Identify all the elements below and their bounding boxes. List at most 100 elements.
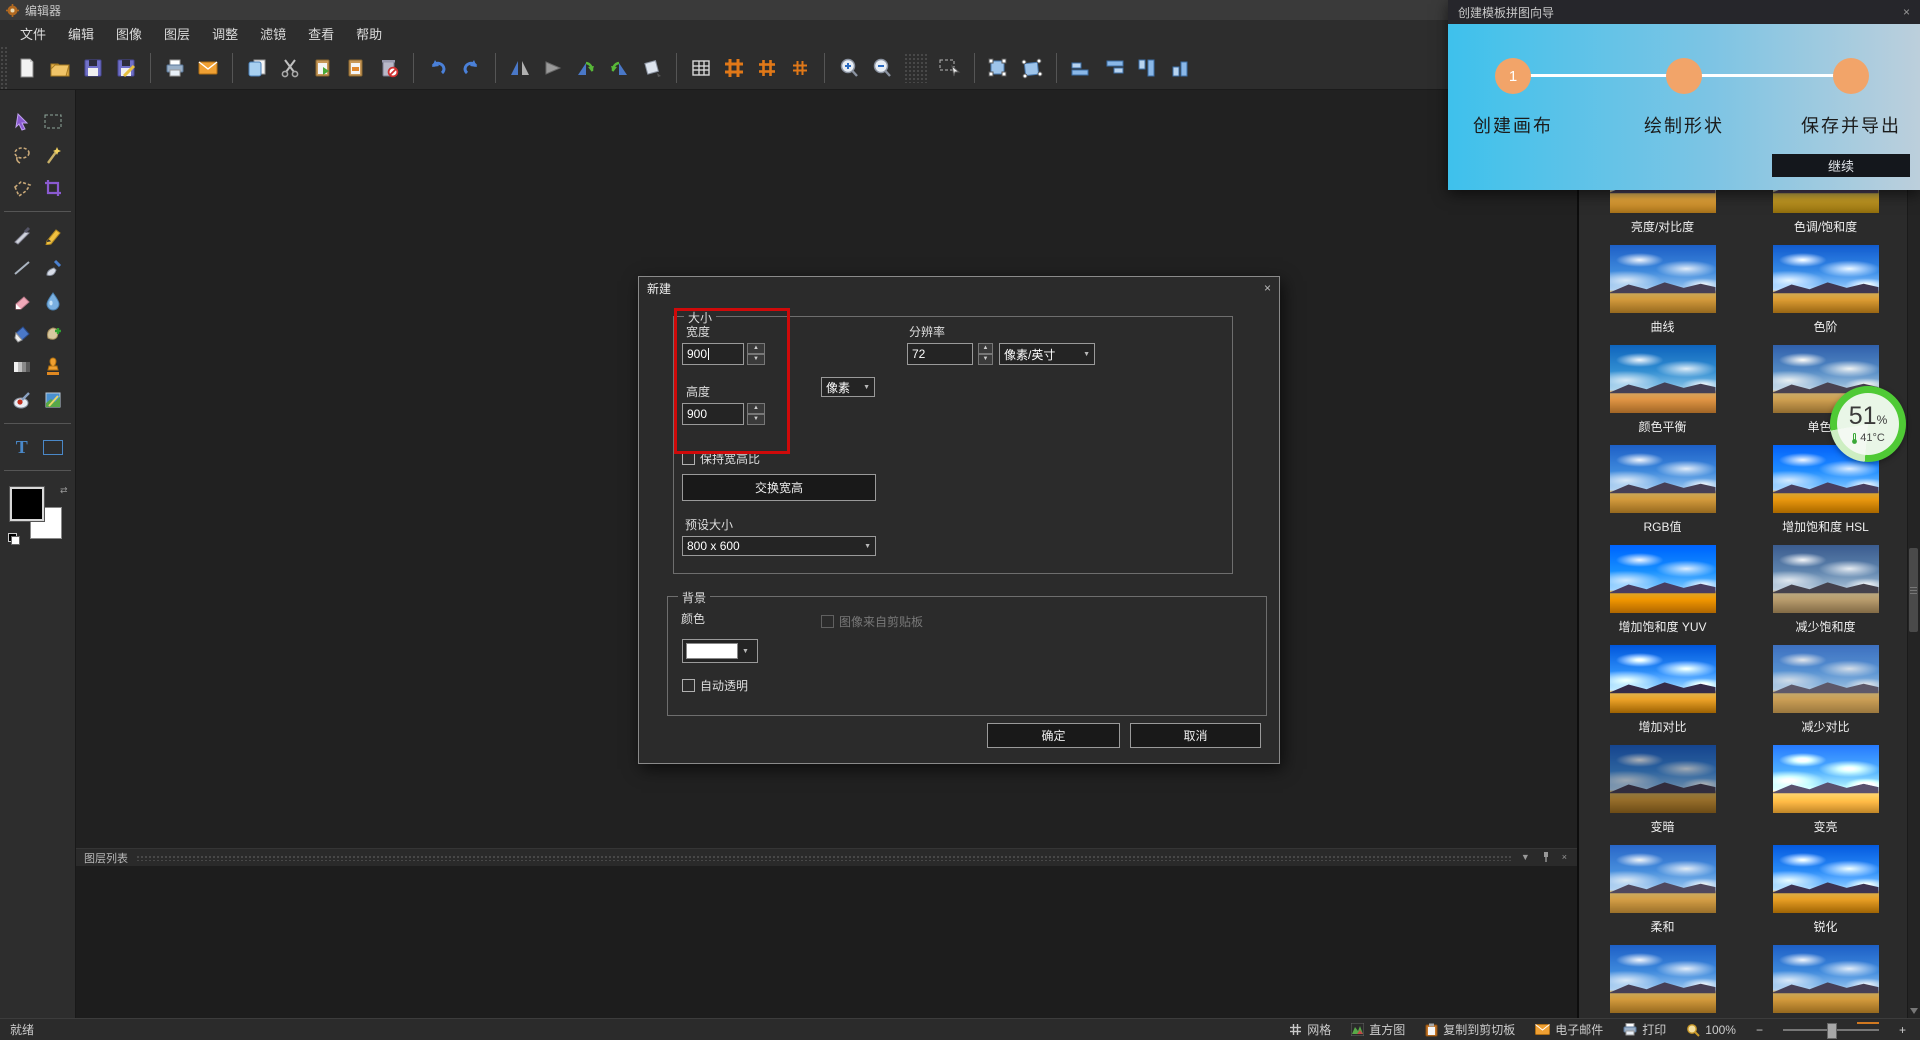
rotate-left-button[interactable] — [571, 53, 601, 83]
auto-transparent-checkbox[interactable]: 自动透明 — [682, 677, 748, 694]
filter-thumbnail-item[interactable]: 柔和 — [1581, 845, 1744, 945]
zoom-minus-button[interactable]: − — [1756, 1023, 1763, 1037]
brush-tool[interactable] — [40, 255, 66, 281]
keep-ratio-checkbox[interactable]: 保持宽高比 — [682, 450, 760, 467]
pointer-tool[interactable] — [9, 109, 35, 135]
filter-thumbnail-image[interactable] — [1773, 645, 1879, 713]
filter-thumbnail-item[interactable] — [1581, 945, 1744, 1018]
flip-vertical-button[interactable] — [538, 53, 568, 83]
align-bottom-button[interactable] — [1066, 53, 1096, 83]
polygon-lasso-tool[interactable] — [9, 175, 35, 201]
swap-dimensions-button[interactable]: 交换宽高 — [682, 474, 876, 501]
flip-horizontal-button[interactable] — [505, 53, 535, 83]
crop-tool[interactable] — [40, 175, 66, 201]
layers-panel-body[interactable] — [76, 866, 1577, 1018]
wizard-close-icon[interactable]: × — [1903, 5, 1910, 19]
redo-button[interactable] — [456, 53, 486, 83]
menu-help[interactable]: 帮助 — [356, 24, 382, 43]
menu-edit[interactable]: 编辑 — [68, 24, 94, 43]
scrollbar-thumb[interactable] — [1909, 548, 1918, 632]
ok-button[interactable]: 确定 — [987, 723, 1120, 748]
filter-thumbnail-item[interactable]: 变亮 — [1744, 745, 1907, 845]
filter-thumbnail-image[interactable] — [1610, 845, 1716, 913]
grid-button[interactable] — [686, 53, 716, 83]
filter-thumbnail-item[interactable]: 减少饱和度 — [1744, 545, 1907, 645]
dialog-title-bar[interactable]: 新建 × — [639, 277, 1279, 299]
filter-thumbnail-item[interactable]: 增加对比 — [1581, 645, 1744, 745]
paste-button[interactable] — [308, 53, 338, 83]
width-spinner[interactable]: ▲ ▼ — [747, 343, 765, 365]
lasso-tool[interactable] — [9, 142, 35, 168]
swap-colors-icon[interactable]: ⇄ — [60, 485, 68, 496]
filter-thumbnail-item[interactable]: 色阶 — [1744, 245, 1907, 345]
text-tool[interactable]: T — [9, 434, 35, 460]
zoom-in-button[interactable] — [834, 53, 864, 83]
filter-thumbnail-image[interactable] — [1610, 345, 1716, 413]
filter-thumbnail-item[interactable]: 颜色平衡 — [1581, 345, 1744, 445]
height-spin-up-icon[interactable]: ▲ — [747, 403, 765, 414]
status-zoom-indicator[interactable]: 100% — [1686, 1023, 1736, 1037]
wizard-step-2-circle[interactable] — [1666, 58, 1702, 94]
free-rotate-button[interactable] — [637, 53, 667, 83]
blur-drop-tool[interactable] — [40, 288, 66, 314]
filter-thumbnail-item[interactable]: RGB值 — [1581, 445, 1744, 545]
layers-collapse-icon[interactable]: ▼ — [1519, 853, 1532, 862]
resolution-input[interactable]: 72 — [907, 343, 973, 365]
zoom-out-button[interactable] — [867, 53, 897, 83]
zoom-slider-handle[interactable] — [1827, 1023, 1837, 1039]
menu-image[interactable]: 图像 — [116, 24, 142, 43]
selection-pointer-button[interactable] — [935, 53, 965, 83]
dialog-close-icon[interactable]: × — [1264, 281, 1271, 295]
filter-thumbnail-image[interactable] — [1610, 245, 1716, 313]
height-input[interactable]: 900 — [682, 403, 744, 425]
cut-button[interactable] — [275, 53, 305, 83]
transform-button[interactable] — [984, 53, 1014, 83]
copy-button[interactable] — [242, 53, 272, 83]
resolution-spin-down-icon[interactable]: ▼ — [978, 354, 993, 365]
wizard-step-1-circle[interactable]: 1 — [1495, 58, 1531, 94]
filter-thumbnail-image[interactable] — [1773, 545, 1879, 613]
grid-medium-button[interactable] — [752, 53, 782, 83]
auto-transparent-checkbox-box[interactable] — [682, 679, 695, 692]
menu-view[interactable]: 查看 — [308, 24, 334, 43]
layers-panel-header[interactable]: 图层列表 ▼ × — [76, 849, 1577, 866]
keep-ratio-checkbox-box[interactable] — [682, 452, 695, 465]
foreground-color-swatch[interactable] — [10, 487, 44, 521]
default-colors-icon[interactable] — [8, 533, 20, 545]
width-spin-down-icon[interactable]: ▼ — [747, 354, 765, 365]
open-button[interactable] — [45, 53, 75, 83]
menu-filter[interactable]: 滤镜 — [260, 24, 286, 43]
magic-wand-tool[interactable] — [40, 142, 66, 168]
paint-bucket-tool[interactable] — [9, 321, 35, 347]
filter-thumbnail-image[interactable] — [1773, 245, 1879, 313]
preset-size-dropdown[interactable]: 800 x 600 ▼ — [682, 536, 876, 556]
print-button[interactable] — [160, 53, 190, 83]
zoom-slider[interactable] — [1783, 1023, 1879, 1037]
fill-add-tool[interactable] — [40, 321, 66, 347]
gradient-tool[interactable] — [9, 354, 35, 380]
filter-thumbnail-image[interactable] — [1610, 745, 1716, 813]
resolution-unit-dropdown[interactable]: 像素/英寸 ▼ — [999, 343, 1095, 365]
filter-thumbnail-image[interactable] — [1773, 745, 1879, 813]
status-copy-clipboard-button[interactable]: 复制到剪切板 — [1425, 1021, 1515, 1038]
height-spin-down-icon[interactable]: ▼ — [747, 414, 765, 425]
width-input[interactable]: 900 — [682, 343, 744, 365]
email-button[interactable] — [193, 53, 223, 83]
save-as-button[interactable] — [111, 53, 141, 83]
rotate-right-button[interactable] — [604, 53, 634, 83]
status-email-button[interactable]: 电子邮件 — [1535, 1021, 1603, 1038]
status-histogram-toggle[interactable]: 直方图 — [1351, 1021, 1405, 1038]
width-spin-up-icon[interactable]: ▲ — [747, 343, 765, 354]
align-center-button[interactable] — [1165, 53, 1195, 83]
line-tool[interactable] — [9, 255, 35, 281]
filter-thumbnail-image[interactable] — [1773, 945, 1879, 1013]
align-top-button[interactable] — [1099, 53, 1129, 83]
new-button[interactable] — [12, 53, 42, 83]
filter-thumbnail-image[interactable] — [1610, 645, 1716, 713]
knife-tool[interactable] — [9, 222, 35, 248]
grid-small-button[interactable] — [785, 53, 815, 83]
cancel-button[interactable]: 取消 — [1130, 723, 1261, 748]
status-grid-toggle[interactable]: 网格 — [1289, 1021, 1331, 1038]
delete-button[interactable] — [374, 53, 404, 83]
stamp-tool[interactable] — [40, 354, 66, 380]
